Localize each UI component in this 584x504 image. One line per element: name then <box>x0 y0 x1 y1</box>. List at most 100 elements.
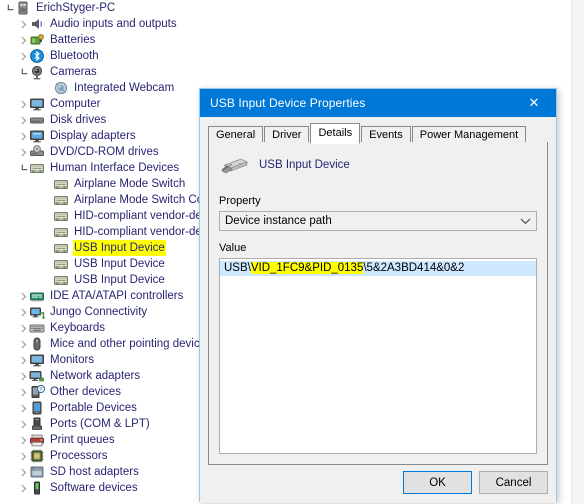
tree-vertical-scrollbar[interactable] <box>571 0 584 504</box>
chevron-right-icon[interactable] <box>18 144 29 160</box>
hid-icon <box>53 176 69 192</box>
chevron-right-icon[interactable] <box>18 96 29 112</box>
tree-item-label: Airplane Mode Switch Col <box>74 194 206 206</box>
tree-item-label: Print queues <box>50 434 115 446</box>
tree-item-label: Human Interface Devices <box>50 162 180 174</box>
tree-item-label: ErichStyger-PC <box>36 2 116 14</box>
tree-twisty-spacer <box>42 80 53 96</box>
tree-item-label: IDE ATA/ATAPI controllers <box>50 290 184 302</box>
tree-item-label: Bluetooth <box>50 50 99 62</box>
tree-item-label: Mice and other pointing devic <box>50 338 200 350</box>
chevron-right-icon[interactable] <box>18 352 29 368</box>
device-name-label: USB Input Device <box>259 159 350 171</box>
value-suffix: \5&2A3BD414&0&2 <box>363 262 465 274</box>
ok-button[interactable]: OK <box>403 471 472 494</box>
tree-item-batteries[interactable]: Batteries <box>0 32 584 48</box>
tree-item-bluetooth[interactable]: Bluetooth <box>0 48 584 64</box>
tree-item-label: Disk drives <box>50 114 107 126</box>
tree-twisty-spacer <box>42 272 53 288</box>
ide-controller-icon <box>29 288 45 304</box>
tree-item-label: USB Input Device <box>73 240 166 256</box>
dialog-body: General Driver Details Events Power Manageme… <box>200 117 556 503</box>
monitor-icon <box>29 352 45 368</box>
tab-details[interactable]: Details <box>310 123 361 144</box>
hid-icon <box>53 256 69 272</box>
speaker-icon <box>29 16 45 32</box>
usb-input-device-icon <box>219 154 249 176</box>
other-device-icon: ? <box>29 384 45 400</box>
portable-device-icon <box>29 400 45 416</box>
tree-item-label: DVD/CD-ROM drives <box>50 146 159 158</box>
hid-icon <box>53 272 69 288</box>
port-icon <box>29 416 45 432</box>
tree-item-label: Other devices <box>50 386 121 398</box>
chevron-right-icon[interactable] <box>18 416 29 432</box>
tree-item-label: Jungo Connectivity <box>50 306 148 318</box>
disk-drive-icon <box>29 112 45 128</box>
hid-icon <box>53 208 69 224</box>
tree-item-audio-inputs-and-outputs[interactable]: Audio inputs and outputs <box>0 16 584 32</box>
monitor-icon <box>29 96 45 112</box>
tree-twisty-spacer <box>42 192 53 208</box>
chevron-right-icon[interactable] <box>18 128 29 144</box>
camera-icon <box>29 64 45 80</box>
chevron-right-icon[interactable] <box>18 288 29 304</box>
dialog-titlebar[interactable]: USB Input Device Properties ✕ <box>200 89 556 117</box>
tree-item-label: USB Input Device <box>74 274 165 286</box>
tree-item-label: HID-compliant vendor-de <box>74 226 202 238</box>
hid-icon <box>53 192 69 208</box>
tree-item-label: Integrated Webcam <box>74 82 175 94</box>
chevron-right-icon[interactable] <box>18 368 29 384</box>
close-icon[interactable]: ✕ <box>512 89 556 117</box>
tree-twisty-spacer <box>42 256 53 272</box>
tree-item-label: Airplane Mode Switch <box>74 178 186 190</box>
hid-icon <box>29 160 45 176</box>
sd-host-icon <box>29 464 45 480</box>
chevron-down-icon[interactable] <box>18 64 29 80</box>
tree-item-cameras[interactable]: Cameras <box>0 64 584 80</box>
chevron-right-icon[interactable] <box>18 464 29 480</box>
tree-item-label: Processors <box>50 450 108 462</box>
chevron-right-icon[interactable] <box>18 432 29 448</box>
property-label: Property <box>219 195 261 207</box>
bluetooth-icon <box>29 48 45 64</box>
chevron-right-icon[interactable] <box>18 112 29 128</box>
value-label: Value <box>219 242 247 254</box>
dialog-tabstrip[interactable]: General Driver Details Events Power Manageme… <box>208 123 548 144</box>
tree-item-label: Ports (COM & LPT) <box>50 418 150 430</box>
chevron-right-icon[interactable] <box>18 448 29 464</box>
chevron-down-icon[interactable] <box>4 0 15 16</box>
value-list-item[interactable]: USB\VID_1FC9&PID_0135\5&2A3BD414&0&2 <box>220 261 536 276</box>
tree-item-erichstyger-pc[interactable]: ErichStyger-PC <box>0 0 584 16</box>
chevron-down-icon[interactable] <box>18 160 29 176</box>
chevron-right-icon[interactable] <box>18 16 29 32</box>
chevron-right-icon[interactable] <box>18 480 29 496</box>
network-adapter-icon <box>29 368 45 384</box>
svg-text:?: ? <box>40 387 43 393</box>
value-listbox[interactable]: USB\VID_1FC9&PID_0135\5&2A3BD414&0&2 <box>219 258 537 454</box>
tree-item-label: Audio inputs and outputs <box>50 18 177 30</box>
dialog-title: USB Input Device Properties <box>210 96 366 110</box>
chevron-right-icon[interactable] <box>18 400 29 416</box>
tree-item-label: Network adapters <box>50 370 141 382</box>
chevron-right-icon[interactable] <box>18 48 29 64</box>
tree-item-label: Software devices <box>50 482 138 494</box>
hid-icon <box>53 224 69 240</box>
chevron-right-icon[interactable] <box>18 32 29 48</box>
tree-item-label: SD host adapters <box>50 466 139 478</box>
tree-item-label: Cameras <box>50 66 97 78</box>
chevron-down-icon <box>514 217 536 225</box>
tree-twisty-spacer <box>42 176 53 192</box>
value-prefix: USB\ <box>224 262 251 274</box>
tree-item-label: Batteries <box>50 34 96 46</box>
property-dropdown[interactable]: Device instance path <box>219 211 537 231</box>
cancel-button[interactable]: Cancel <box>479 471 548 494</box>
chevron-right-icon[interactable] <box>18 320 29 336</box>
chevron-right-icon[interactable] <box>18 384 29 400</box>
tree-item-label: Computer <box>50 98 101 110</box>
display-adapter-icon <box>29 128 45 144</box>
processor-icon <box>29 448 45 464</box>
chevron-right-icon[interactable] <box>18 336 29 352</box>
chevron-right-icon[interactable] <box>18 304 29 320</box>
dialog-button-row: OK Cancel <box>396 471 548 494</box>
